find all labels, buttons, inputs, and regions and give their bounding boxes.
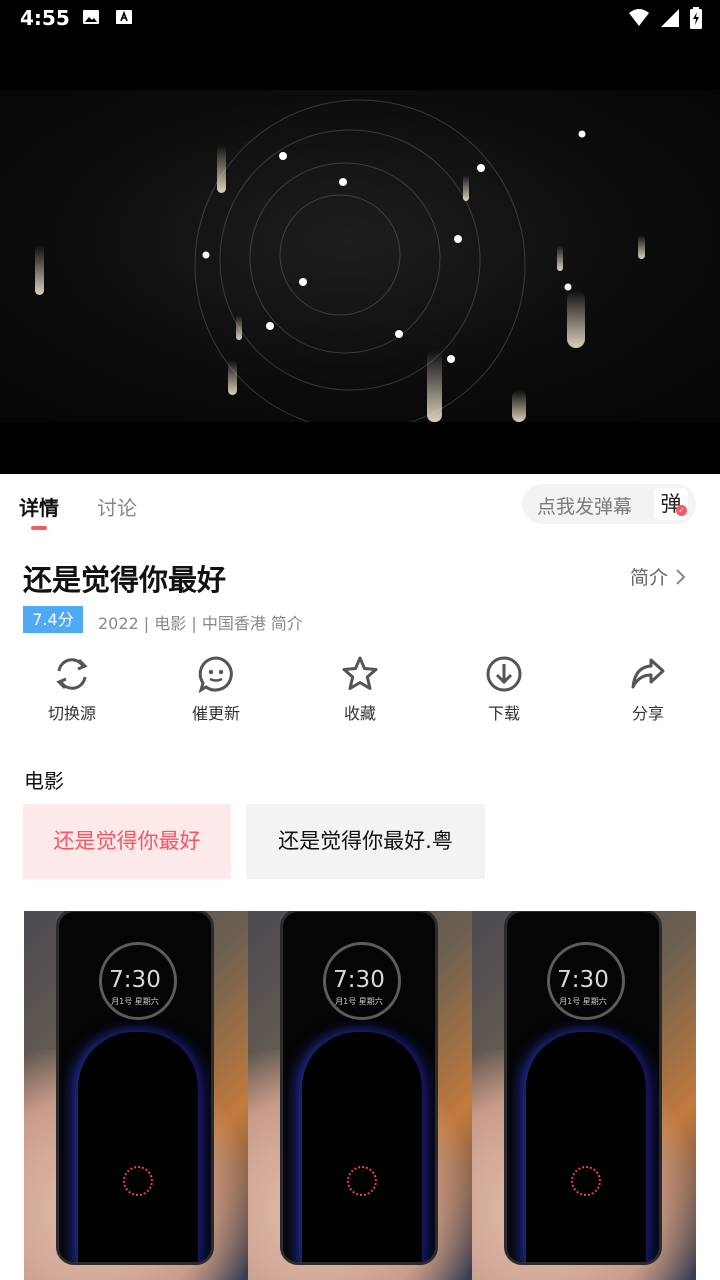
action-label: 收藏: [343, 704, 376, 723]
action-label: 分享: [631, 704, 664, 723]
intro-label: 简介: [630, 567, 669, 589]
chevron-right-icon: [676, 568, 686, 585]
share-icon: [631, 658, 665, 689]
image-notification-icon: [83, 10, 99, 24]
download-button[interactable]: 下载: [449, 654, 559, 724]
banner-panel: 7:30 月1号 星期六: [248, 911, 472, 1280]
tab-details[interactable]: 详情: [19, 492, 59, 521]
video-frame[interactable]: [0, 90, 720, 431]
silhouette-image: [78, 1032, 198, 1262]
action-label: 催更新: [191, 704, 240, 723]
check-badge-icon: ✓: [676, 505, 687, 516]
movie-title: 还是觉得你最好: [23, 563, 227, 597]
promo-banner[interactable]: 7:30 月1号 星期六 7:30 月1号 星期六 7:30 月1号 星期六: [24, 911, 696, 1280]
banner-panel: 7:30 月1号 星期六: [24, 911, 248, 1280]
lock-clock: 7:30: [557, 967, 609, 993]
lock-clock: 7:30: [109, 967, 161, 993]
silhouette-image: [526, 1032, 646, 1262]
danmaku-toggle-icon[interactable]: 弹 ✓: [654, 488, 688, 520]
request-update-button[interactable]: 催更新: [161, 654, 271, 724]
wifi-icon: [629, 9, 649, 26]
action-label: 下载: [487, 704, 520, 723]
source-item[interactable]: 还是觉得你最好.粤: [246, 804, 485, 879]
silhouette-image: [302, 1032, 422, 1262]
rating-badge: 7.4分: [23, 606, 83, 633]
video-player[interactable]: [0, 36, 720, 474]
fingerprint-icon: [347, 1166, 377, 1196]
danmaku-placeholder[interactable]: 点我发弹幕: [537, 492, 632, 519]
favorite-button[interactable]: 收藏: [305, 654, 415, 724]
tab-discussion[interactable]: 讨论: [97, 492, 137, 521]
status-time: 4:55: [20, 6, 70, 30]
lock-date: 月1号 星期六: [335, 997, 383, 1006]
signal-icon: [661, 9, 679, 27]
phone-image: 7:30 月1号 星期六: [56, 911, 214, 1265]
share-button[interactable]: 分享: [593, 654, 703, 724]
phone-image: 7:30 月1号 星期六: [504, 911, 662, 1265]
download-icon: [486, 656, 522, 692]
banner-panel: 7:30 月1号 星期六: [472, 911, 696, 1280]
phone-image: 7:30 月1号 星期六: [280, 911, 438, 1265]
fingerprint-icon: [123, 1166, 153, 1196]
battery-icon: [690, 7, 702, 29]
tab-indicator: [31, 526, 47, 530]
source-item-active[interactable]: 还是觉得你最好: [23, 804, 231, 879]
chat-icon: [198, 656, 233, 694]
fingerprint-icon: [571, 1166, 601, 1196]
movie-meta: 2022 | 电影 | 中国香港 简介: [98, 614, 303, 633]
refresh-icon: [56, 658, 88, 690]
action-label: 切换源: [47, 704, 96, 723]
text-notification-icon: [116, 10, 132, 24]
intro-link[interactable]: 简介: [630, 563, 688, 590]
lock-clock: 7:30: [333, 967, 385, 993]
lock-date: 月1号 星期六: [111, 997, 159, 1006]
lock-date: 月1号 星期六: [559, 997, 607, 1006]
video-scene: [35, 99, 645, 431]
section-title: 电影: [24, 769, 64, 793]
switch-source-button[interactable]: 切换源: [17, 654, 127, 724]
danmaku-input[interactable]: 点我发弹幕 弹 ✓: [522, 484, 696, 524]
status-bar: 4:55: [0, 0, 720, 36]
star-icon: [342, 656, 378, 690]
status-icons: [628, 7, 702, 29]
